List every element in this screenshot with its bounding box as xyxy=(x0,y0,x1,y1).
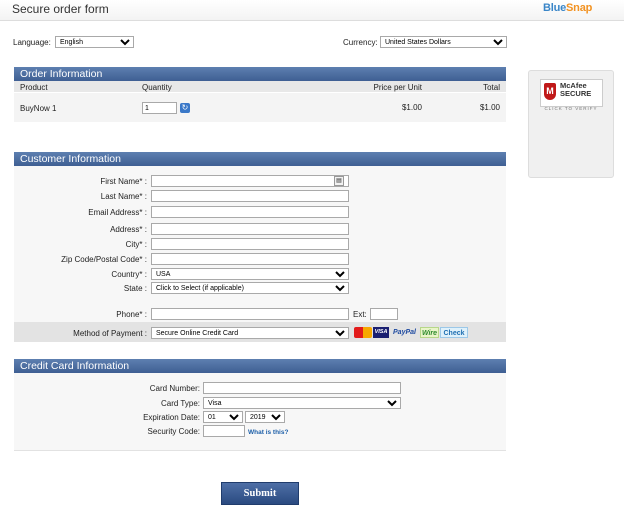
ext-label: Ext: xyxy=(353,310,367,319)
email-input[interactable] xyxy=(151,206,349,218)
last-name-input[interactable] xyxy=(151,190,349,202)
price-value: $1.00 xyxy=(401,103,422,112)
brand-part-1: Blue xyxy=(543,2,567,14)
ext-input[interactable] xyxy=(370,308,398,320)
mcafee-panel: M McAfee SECURE CLICK TO VERIFY xyxy=(528,70,614,178)
brand-part-2: Snap xyxy=(566,2,593,14)
card-type-select[interactable]: Visa xyxy=(203,397,401,409)
phone-label: Phone* : xyxy=(116,310,147,319)
col-total: Total xyxy=(483,83,500,92)
mcafee-secure-badge[interactable]: M McAfee SECURE xyxy=(540,79,603,107)
language-select[interactable]: English xyxy=(55,36,134,48)
currency-select[interactable]: United States Dollars xyxy=(380,36,507,48)
order-table-header xyxy=(14,81,506,92)
payment-label: Method of Payment : xyxy=(73,329,147,338)
quantity-input[interactable] xyxy=(142,102,177,114)
order-row xyxy=(14,93,506,122)
paypal-logo: PayPal xyxy=(393,329,416,336)
customer-section-header: Customer Information xyxy=(14,152,506,166)
city-input[interactable] xyxy=(151,238,349,250)
submit-button[interactable]: Submit xyxy=(221,482,299,505)
last-name-label: Last Name* : xyxy=(100,192,147,201)
mcafee-line2: SECURE xyxy=(560,89,592,98)
country-label: Country* : xyxy=(111,270,147,279)
contact-card-icon[interactable]: ▤ xyxy=(334,176,344,186)
city-label: City* : xyxy=(125,240,147,249)
col-price: Price per Unit xyxy=(373,83,422,92)
security-code-label: Security Code: xyxy=(147,427,200,436)
language-label: Language: xyxy=(13,38,51,47)
col-product: Product xyxy=(20,83,48,92)
email-label: Email Address* : xyxy=(88,208,147,217)
zip-label: Zip Code/Postal Code* : xyxy=(61,255,147,264)
exp-year-select[interactable]: 2019 xyxy=(245,411,285,423)
card-number-label: Card Number: xyxy=(149,384,200,393)
expiration-label: Expiration Date: xyxy=(143,413,200,422)
total-value: $1.00 xyxy=(479,103,500,112)
state-select[interactable]: Click to Select (if applicable) xyxy=(151,282,349,294)
what-is-this-link[interactable]: What is this? xyxy=(248,429,288,436)
country-select[interactable]: USA xyxy=(151,268,349,280)
currency-label: Currency: xyxy=(343,38,378,47)
payment-select[interactable]: Secure Online Credit Card xyxy=(151,327,349,339)
card-number-input[interactable] xyxy=(203,382,401,394)
mcafee-shield-icon: M xyxy=(544,83,556,100)
visa-logo: VISA xyxy=(373,327,389,338)
refresh-icon[interactable]: ↻ xyxy=(180,103,190,113)
first-name-label: First Name* : xyxy=(100,177,147,186)
first-name-input[interactable] xyxy=(151,175,349,187)
zip-input[interactable] xyxy=(151,253,349,265)
security-code-input[interactable] xyxy=(203,425,245,437)
state-label: State : xyxy=(123,284,147,293)
bluesnap-logo: BlueSnap xyxy=(543,2,592,14)
exp-month-select[interactable]: 01 xyxy=(203,411,243,423)
page-title: Secure order form xyxy=(12,2,109,16)
address-input[interactable] xyxy=(151,223,349,235)
mcafee-verify-text: CLICK TO VERIFY xyxy=(544,106,598,111)
address-label: Address* : xyxy=(110,225,147,234)
mastercard-icon xyxy=(354,327,372,338)
mcafee-badge-text: McAfee SECURE xyxy=(560,82,591,98)
product-name: BuyNow 1 xyxy=(20,104,57,113)
card-type-label: Card Type: xyxy=(161,399,200,408)
card-section-header: Credit Card Information xyxy=(14,359,506,373)
order-section-header: Order Information xyxy=(14,67,506,81)
col-quantity: Quantity xyxy=(142,83,172,92)
check-logo: Check xyxy=(440,327,468,338)
phone-input[interactable] xyxy=(151,308,349,320)
wire-logo: Wire xyxy=(420,327,439,338)
